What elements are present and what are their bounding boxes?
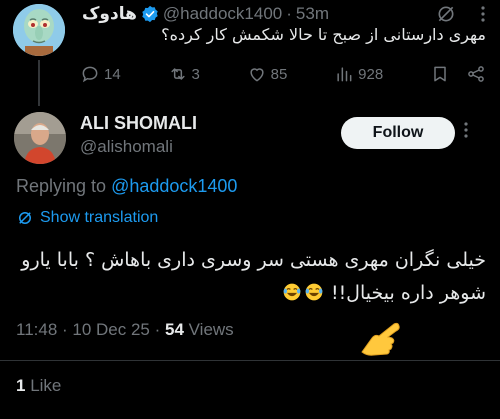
parent-avatar[interactable] [13, 4, 65, 56]
reply-count: 14 [104, 65, 121, 83]
squidward-avatar-icon [13, 4, 65, 56]
parent-meta: هادوک @haddock1400 · 53m [82, 4, 329, 24]
main-text-line2: شوهر داره بیخیال!! [330, 282, 486, 304]
follow-button[interactable]: Follow [341, 117, 455, 149]
replying-mention[interactable]: @haddock1400 [111, 176, 237, 196]
repost-button[interactable]: 3 [168, 64, 200, 84]
views-count: 928 [358, 65, 384, 83]
thread-line [38, 60, 40, 106]
main-tweet-text: خیلی نگران مهری هستی سر وسری داری باهاش … [16, 244, 486, 310]
laughing-emoji-icon [305, 283, 323, 301]
parent-tweet-text: مهری دارستانی از صبح تا حالا شکمش کار کر… [161, 25, 486, 44]
parent-action-right [430, 64, 486, 84]
main-text-line2-wrap: شوهر داره بیخیال!! [16, 277, 486, 310]
show-translation-link[interactable]: Show translation [16, 209, 158, 227]
views-icon [337, 67, 352, 82]
parent-action-bar: 14 3 85 928 [80, 62, 486, 86]
share-button[interactable] [466, 64, 486, 84]
timestamp-text: 11:48 · 10 Dec 25 · [16, 320, 165, 339]
author-avatar[interactable] [14, 112, 66, 164]
parent-display-name[interactable]: هادوک [82, 4, 137, 24]
reply-icon [82, 66, 98, 83]
more-icon[interactable] [480, 5, 486, 23]
repost-icon [170, 68, 185, 80]
main-text-line1: خیلی نگران مهری هستی سر وسری داری باهاش … [21, 249, 486, 271]
parent-handle[interactable]: @haddock1400 [163, 4, 282, 24]
author-avatar-icon [14, 112, 66, 164]
like-button[interactable]: 85 [247, 64, 288, 84]
replying-prefix: Replying to [16, 176, 107, 196]
translate-icon [19, 212, 31, 224]
parent-header-icons [436, 4, 486, 24]
replying-to: Replying to @haddock1400 [16, 176, 237, 197]
parent-time[interactable]: 53m [296, 4, 329, 24]
bookmark-button[interactable] [430, 64, 450, 84]
meta-separator: · [286, 4, 292, 23]
reply-button[interactable]: 14 [80, 64, 121, 84]
likes-label: Like [25, 376, 62, 395]
likes-summary[interactable]: 1 Like [16, 376, 61, 396]
verified-badge-icon [142, 5, 158, 23]
bookmark-icon [434, 66, 446, 82]
share-icon [468, 66, 484, 82]
like-icon [250, 68, 264, 82]
author-name[interactable]: ALI SHOMALI [80, 113, 197, 134]
more-icon[interactable] [463, 121, 469, 144]
parent-header: هادوک @haddock1400 · 53m [82, 2, 486, 26]
author-handle[interactable]: @alishomali [80, 137, 173, 157]
views-button[interactable]: 928 [334, 64, 383, 84]
tweet-thread: هادوک @haddock1400 · 53m مهری دارستانی ا… [0, 0, 500, 419]
tweet-timestamp[interactable]: 11:48 · 10 Dec 25 · 54 Views [16, 320, 234, 340]
views-total: 54 [165, 320, 184, 339]
views-label: Views [183, 320, 234, 339]
repost-count: 3 [191, 65, 200, 83]
grok-icon[interactable] [436, 4, 456, 24]
like-count: 85 [270, 65, 288, 83]
laughing-emoji-icon [283, 283, 301, 301]
divider [0, 360, 500, 361]
show-translation-label: Show translation [40, 209, 159, 226]
pointing-hand-emoji-icon [361, 322, 400, 356]
